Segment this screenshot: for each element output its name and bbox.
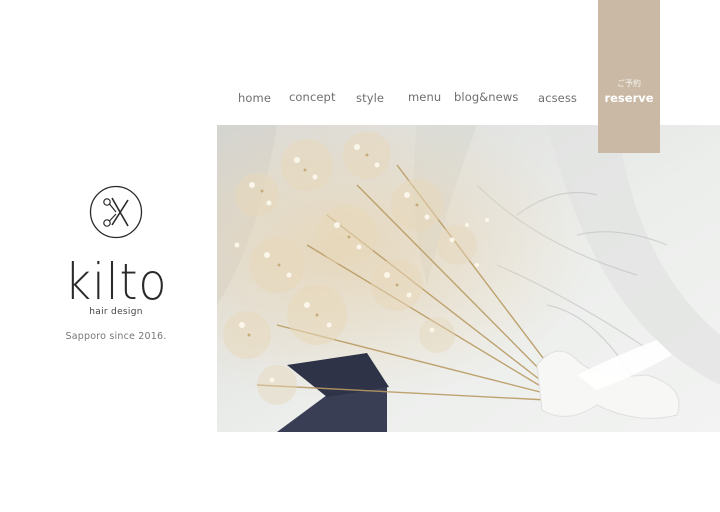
nav-concept[interactable]: concept bbox=[289, 90, 336, 104]
nav-style[interactable]: style bbox=[356, 91, 384, 105]
reserve-label-en: reserve bbox=[604, 91, 654, 105]
scissors-circle-icon bbox=[89, 185, 143, 239]
brand-wordmark: kilto bbox=[64, 253, 168, 311]
brand-tagline: Sapporo since 2016. bbox=[65, 331, 167, 342]
nav-menu[interactable]: menu bbox=[408, 90, 441, 104]
bouquet-photo bbox=[217, 125, 720, 432]
reserve-button[interactable]: ご予約 reserve bbox=[598, 0, 660, 153]
nav-blog-news[interactable]: blog&news bbox=[454, 90, 518, 104]
reserve-label-jp: ご予約 bbox=[617, 79, 641, 88]
hero-image bbox=[217, 125, 720, 432]
brand-block: kilto hair design Sapporo since 2016. bbox=[40, 185, 192, 342]
nav-home[interactable]: home bbox=[238, 91, 271, 105]
nav-acsess[interactable]: acsess bbox=[538, 91, 577, 105]
